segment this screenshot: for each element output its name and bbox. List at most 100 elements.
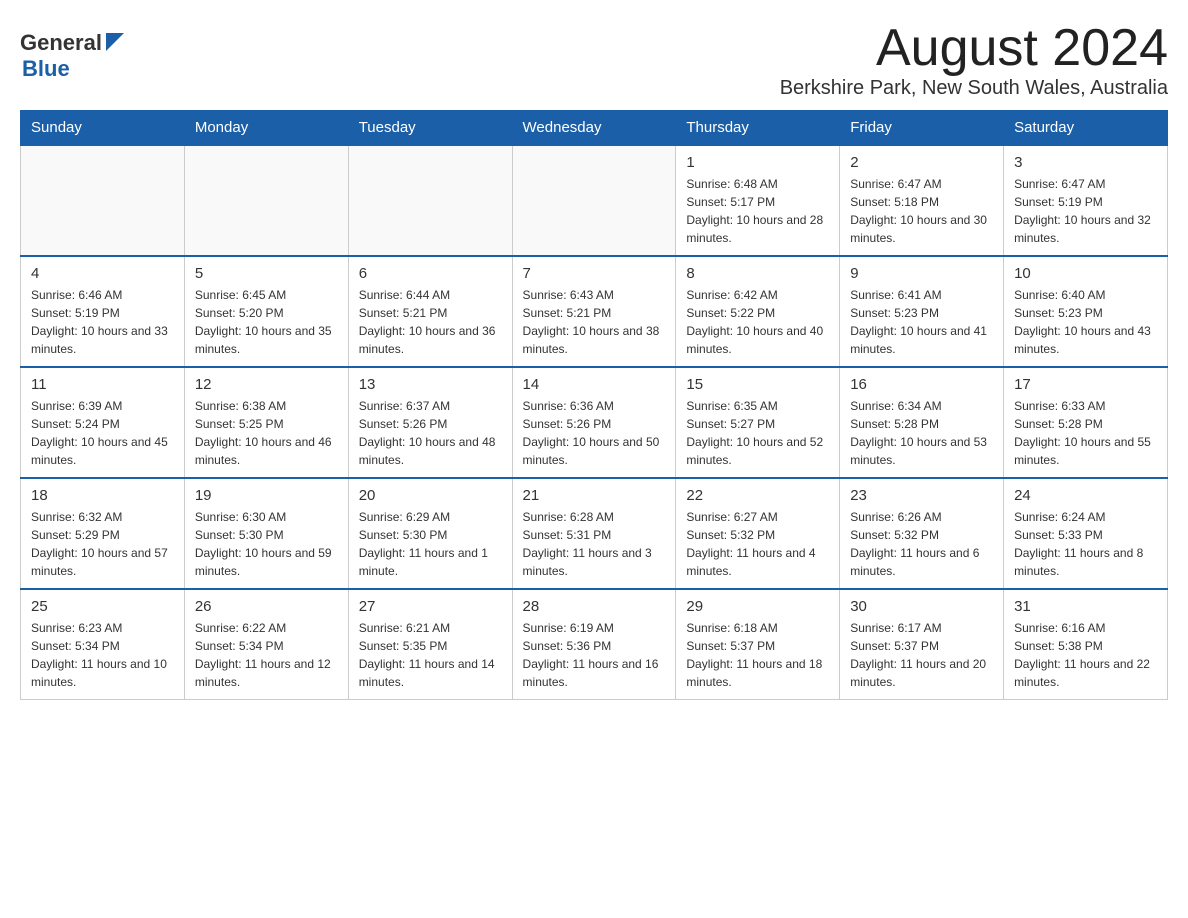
day-number: 8 [686,265,829,282]
day-number: 9 [850,265,993,282]
logo-general-text: General [20,30,102,56]
page-header: General Blue August 2024 Berkshire Park,… [20,20,1168,100]
day-number: 3 [1014,154,1157,171]
day-info: Sunrise: 6:29 AM Sunset: 5:30 PM Dayligh… [359,508,502,580]
day-info: Sunrise: 6:45 AM Sunset: 5:20 PM Dayligh… [195,286,338,358]
calendar-cell [512,145,676,256]
calendar-cell: 17Sunrise: 6:33 AM Sunset: 5:28 PM Dayli… [1004,367,1168,478]
calendar-cell: 22Sunrise: 6:27 AM Sunset: 5:32 PM Dayli… [676,478,840,589]
day-number: 28 [523,598,666,615]
day-info: Sunrise: 6:39 AM Sunset: 5:24 PM Dayligh… [31,397,174,469]
day-number: 10 [1014,265,1157,282]
day-number: 17 [1014,376,1157,393]
day-number: 25 [31,598,174,615]
calendar-cell: 8 Sunrise: 6:42 AM Sunset: 5:22 PM Daylig… [676,256,840,367]
day-info: Sunrise: 6:28 AM Sunset: 5:31 PM Dayligh… [523,508,666,580]
calendar-cell: 13Sunrise: 6:37 AM Sunset: 5:26 PM Dayli… [348,367,512,478]
calendar-cell: 18 Sunrise: 6:32 AM Sunset: 5:29 PM Dayli… [21,478,185,589]
calendar-cell: 6Sunrise: 6:44 AM Sunset: 5:21 PM Daylig… [348,256,512,367]
calendar-cell: 9 Sunrise: 6:41 AM Sunset: 5:23 PM Daylig… [840,256,1004,367]
day-number: 24 [1014,487,1157,504]
calendar-header-wednesday: Wednesday [512,111,676,146]
calendar-cell: 26 Sunrise: 6:22 AM Sunset: 5:34 PM Dayli… [184,589,348,700]
day-info: Sunrise: 6:22 AM Sunset: 5:34 PM Dayligh… [195,619,338,691]
day-info: Sunrise: 6:46 AM Sunset: 5:19 PM Dayligh… [31,286,174,358]
day-number: 23 [850,487,993,504]
day-info: Sunrise: 6:34 AM Sunset: 5:28 PM Dayligh… [850,397,993,469]
calendar-header-tuesday: Tuesday [348,111,512,146]
calendar-cell: 4 Sunrise: 6:46 AM Sunset: 5:19 PM Daylig… [21,256,185,367]
calendar-cell: 21 Sunrise: 6:28 AM Sunset: 5:31 PM Dayli… [512,478,676,589]
calendar-cell: 1Sunrise: 6:48 AM Sunset: 5:17 PM Daylig… [676,145,840,256]
calendar-cell: 29 Sunrise: 6:18 AM Sunset: 5:37 PM Dayli… [676,589,840,700]
calendar-week-row: 25 Sunrise: 6:23 AM Sunset: 5:34 PM Dayli… [21,589,1168,700]
calendar-header-saturday: Saturday [1004,111,1168,146]
calendar-cell [348,145,512,256]
calendar-cell: 30 Sunrise: 6:17 AM Sunset: 5:37 PM Dayli… [840,589,1004,700]
day-number: 1 [686,154,829,171]
day-number: 12 [195,376,338,393]
day-number: 14 [523,376,666,393]
day-number: 29 [686,598,829,615]
day-info: Sunrise: 6:19 AM Sunset: 5:36 PM Dayligh… [523,619,666,691]
day-info: Sunrise: 6:43 AM Sunset: 5:21 PM Dayligh… [523,286,666,358]
calendar-cell: 12 Sunrise: 6:38 AM Sunset: 5:25 PM Dayli… [184,367,348,478]
day-info: Sunrise: 6:30 AM Sunset: 5:30 PM Dayligh… [195,508,338,580]
day-number: 27 [359,598,502,615]
calendar-cell: 25 Sunrise: 6:23 AM Sunset: 5:34 PM Dayli… [21,589,185,700]
day-info: Sunrise: 6:42 AM Sunset: 5:22 PM Dayligh… [686,286,829,358]
day-info: Sunrise: 6:36 AM Sunset: 5:26 PM Dayligh… [523,397,666,469]
calendar-cell: 23 Sunrise: 6:26 AM Sunset: 5:32 PM Dayli… [840,478,1004,589]
day-number: 21 [523,487,666,504]
day-info: Sunrise: 6:32 AM Sunset: 5:29 PM Dayligh… [31,508,174,580]
day-number: 20 [359,487,502,504]
calendar-cell: 2Sunrise: 6:47 AM Sunset: 5:18 PM Daylig… [840,145,1004,256]
day-info: Sunrise: 6:38 AM Sunset: 5:25 PM Dayligh… [195,397,338,469]
day-info: Sunrise: 6:27 AM Sunset: 5:32 PM Dayligh… [686,508,829,580]
day-number: 2 [850,154,993,171]
calendar-header-row: SundayMondayTuesdayWednesdayThursdayFrid… [21,111,1168,146]
calendar-cell: 7 Sunrise: 6:43 AM Sunset: 5:21 PM Daylig… [512,256,676,367]
day-info: Sunrise: 6:35 AM Sunset: 5:27 PM Dayligh… [686,397,829,469]
day-info: Sunrise: 6:21 AM Sunset: 5:35 PM Dayligh… [359,619,502,691]
calendar-cell: 31 Sunrise: 6:16 AM Sunset: 5:38 PM Dayli… [1004,589,1168,700]
day-info: Sunrise: 6:24 AM Sunset: 5:33 PM Dayligh… [1014,508,1157,580]
day-info: Sunrise: 6:16 AM Sunset: 5:38 PM Dayligh… [1014,619,1157,691]
title-block: August 2024 Berkshire Park, New South Wa… [780,20,1168,100]
day-number: 26 [195,598,338,615]
calendar-cell [184,145,348,256]
calendar-cell: 27 Sunrise: 6:21 AM Sunset: 5:35 PM Dayli… [348,589,512,700]
day-info: Sunrise: 6:37 AM Sunset: 5:26 PM Dayligh… [359,397,502,469]
calendar-week-row: 18 Sunrise: 6:32 AM Sunset: 5:29 PM Dayli… [21,478,1168,589]
day-info: Sunrise: 6:18 AM Sunset: 5:37 PM Dayligh… [686,619,829,691]
day-info: Sunrise: 6:17 AM Sunset: 5:37 PM Dayligh… [850,619,993,691]
calendar-cell: 10Sunrise: 6:40 AM Sunset: 5:23 PM Dayli… [1004,256,1168,367]
day-number: 30 [850,598,993,615]
calendar-week-row: 4 Sunrise: 6:46 AM Sunset: 5:19 PM Daylig… [21,256,1168,367]
calendar-cell: 15 Sunrise: 6:35 AM Sunset: 5:27 PM Dayli… [676,367,840,478]
day-number: 15 [686,376,829,393]
day-info: Sunrise: 6:26 AM Sunset: 5:32 PM Dayligh… [850,508,993,580]
day-number: 19 [195,487,338,504]
calendar-header-thursday: Thursday [676,111,840,146]
logo-blue-text: Blue [22,56,70,82]
day-number: 18 [31,487,174,504]
calendar-header-sunday: Sunday [21,111,185,146]
day-number: 6 [359,265,502,282]
day-number: 4 [31,265,174,282]
day-number: 16 [850,376,993,393]
month-title: August 2024 [780,20,1168,77]
calendar-cell: 20 Sunrise: 6:29 AM Sunset: 5:30 PM Dayli… [348,478,512,589]
calendar-header-monday: Monday [184,111,348,146]
day-number: 31 [1014,598,1157,615]
day-info: Sunrise: 6:41 AM Sunset: 5:23 PM Dayligh… [850,286,993,358]
calendar-week-row: 1Sunrise: 6:48 AM Sunset: 5:17 PM Daylig… [21,145,1168,256]
day-info: Sunrise: 6:23 AM Sunset: 5:34 PM Dayligh… [31,619,174,691]
day-number: 7 [523,265,666,282]
logo-arrow-icon [106,33,124,51]
calendar-cell [21,145,185,256]
calendar-week-row: 11Sunrise: 6:39 AM Sunset: 5:24 PM Dayli… [21,367,1168,478]
day-number: 5 [195,265,338,282]
calendar-cell: 28 Sunrise: 6:19 AM Sunset: 5:36 PM Dayli… [512,589,676,700]
calendar-cell: 11Sunrise: 6:39 AM Sunset: 5:24 PM Dayli… [21,367,185,478]
